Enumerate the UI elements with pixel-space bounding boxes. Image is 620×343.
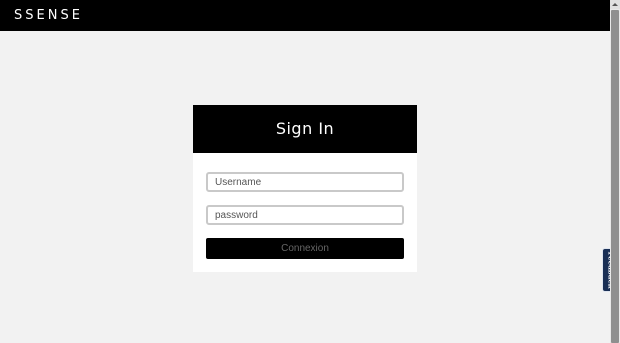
top-header-bar: SSENSE — [0, 0, 610, 31]
vertical-scrollbar[interactable] — [610, 0, 620, 343]
signin-title: Sign In — [275, 119, 335, 138]
password-field[interactable] — [206, 205, 404, 225]
scrollbar-thumb[interactable] — [611, 10, 619, 343]
signin-card: Sign In Connexion — [193, 105, 417, 272]
username-field[interactable] — [206, 172, 404, 192]
signin-header: Sign In — [193, 105, 417, 153]
connexion-button[interactable]: Connexion — [206, 238, 404, 259]
ssense-logo[interactable]: SSENSE — [14, 7, 83, 24]
scroll-up-arrow-icon[interactable] — [610, 0, 620, 9]
